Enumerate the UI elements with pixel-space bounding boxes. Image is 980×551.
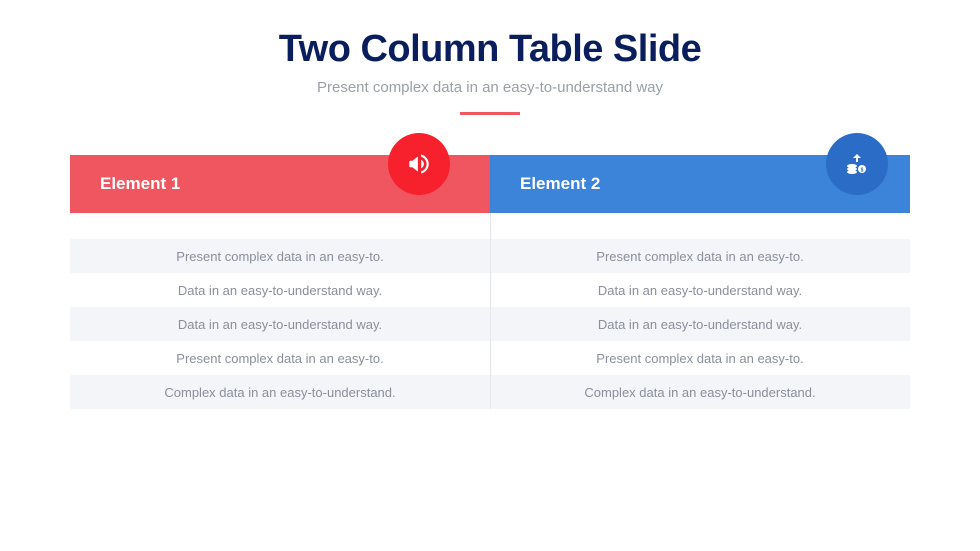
- table-row: Complex data in an easy-to-understand.: [70, 375, 490, 409]
- two-column-table: Element 1 Present complex data in an eas…: [70, 155, 910, 409]
- table-row: Data in an easy-to-understand way.: [70, 307, 490, 341]
- table-row: Complex data in an easy-to-understand.: [490, 375, 910, 409]
- column-2-rows: Present complex data in an easy-to. Data…: [490, 239, 910, 409]
- table-row: Data in an easy-to-understand way.: [490, 273, 910, 307]
- table-row: Present complex data in an easy-to.: [490, 239, 910, 273]
- money-coins-icon: $: [826, 133, 888, 195]
- table-row: Present complex data in an easy-to.: [70, 239, 490, 273]
- column-1-header: Element 1: [70, 155, 490, 213]
- table-row: Present complex data in an easy-to.: [70, 341, 490, 375]
- column-2-label: Element 2: [520, 174, 600, 194]
- slide-subtitle: Present complex data in an easy-to-under…: [317, 79, 663, 96]
- column-2: Element 2 $ Present complex data in an e…: [490, 155, 910, 409]
- megaphone-icon: [388, 133, 450, 195]
- table-row: Data in an easy-to-understand way.: [490, 307, 910, 341]
- row-gap: [70, 213, 490, 239]
- table-row: Data in an easy-to-understand way.: [70, 273, 490, 307]
- svg-text:$: $: [861, 168, 864, 174]
- accent-divider: [460, 112, 520, 115]
- row-gap: [490, 213, 910, 239]
- column-2-header: Element 2 $: [490, 155, 910, 213]
- column-1-rows: Present complex data in an easy-to. Data…: [70, 239, 490, 409]
- table-row: Present complex data in an easy-to.: [490, 341, 910, 375]
- column-1-label: Element 1: [100, 174, 180, 194]
- column-1: Element 1 Present complex data in an eas…: [70, 155, 490, 409]
- column-divider: [490, 213, 491, 409]
- slide-title: Two Column Table Slide: [279, 28, 702, 71]
